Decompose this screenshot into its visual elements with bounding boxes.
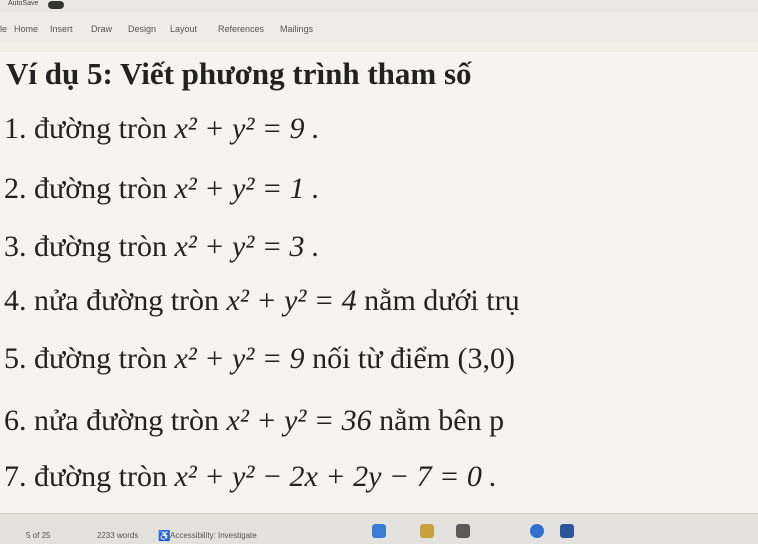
tab-insert[interactable]: Insert (50, 24, 73, 34)
item-text: 6. nửa đường tròn (4, 404, 227, 437)
item-text: 7. đường tròn (4, 460, 175, 493)
item-text: 5. đường tròn (4, 342, 175, 375)
list-item-5: 5. đường tròn x² + y² = 9 nối từ điểm (3… (4, 342, 515, 376)
item-equation: x² + y² = 3 . (174, 230, 320, 263)
tab-home[interactable]: Home (14, 24, 38, 34)
item-equation: x² + y² = 9 . (174, 112, 320, 145)
item-text: 3. đường tròn (4, 230, 175, 263)
autosave-toggle[interactable] (48, 1, 64, 9)
status-bar: 5 of 25 2233 words ♿ Accessibility: Inve… (0, 513, 758, 544)
page-count[interactable]: 5 of 25 (26, 531, 50, 540)
taskbar-app-icon[interactable] (372, 524, 386, 538)
list-item-1: 1. đường tròn x² + y² = 9 . (4, 112, 320, 146)
word-count[interactable]: 2233 words (97, 531, 138, 540)
tab-mailings[interactable]: Mailings (280, 24, 313, 34)
item-equation: x² + y² − 2x + 2y − 7 = 0 . (174, 460, 497, 493)
list-item-3: 3. đường tròn x² + y² = 3 . (4, 230, 320, 264)
ribbon: le Home Insert Draw Design Layout Refere… (0, 12, 758, 43)
item-equation: x² + y² = 36 (226, 404, 372, 437)
tab-references[interactable]: References (218, 24, 264, 34)
taskbar-word-icon[interactable] (560, 524, 574, 538)
item-equation: x² + y² = 1 . (174, 172, 320, 205)
title-bar: AutoSave (0, 0, 758, 12)
list-item-7: 7. đường tròn x² + y² − 2x + 2y − 7 = 0 … (4, 460, 497, 494)
autosave-label: AutoSave (8, 0, 39, 7)
accessibility-status[interactable]: Accessibility: Investigate (170, 531, 257, 540)
list-item-6: 6. nửa đường tròn x² + y² = 36 nằm bên p (4, 404, 504, 438)
taskbar-folder-icon[interactable] (420, 524, 434, 538)
list-item-2: 2. đường tròn x² + y² = 1 . (4, 172, 320, 206)
tab-design[interactable]: Design (128, 24, 156, 34)
tab-draw[interactable]: Draw (91, 24, 112, 34)
item-text: 2. đường tròn (4, 172, 175, 205)
document-canvas[interactable]: Ví dụ 5: Viết phương trình tham số 1. đư… (0, 52, 758, 513)
tab-file[interactable]: le (0, 24, 7, 34)
document-title: Ví dụ 5: Viết phương trình tham số (6, 56, 472, 91)
item-rest: nối từ điểm (3,0) (304, 342, 515, 375)
item-text: 4. nửa đường tròn (4, 284, 227, 317)
item-equation: x² + y² = 9 (174, 342, 305, 375)
tab-layout[interactable]: Layout (170, 24, 197, 34)
list-item-4: 4. nửa đường tròn x² + y² = 4 nằm dưới t… (4, 284, 520, 318)
accessibility-icon: ♿ (158, 531, 171, 542)
taskbar-browser-icon[interactable] (530, 524, 544, 538)
item-rest: nằm dưới trụ (356, 284, 520, 317)
item-rest: nằm bên p (371, 404, 505, 437)
taskbar-terminal-icon[interactable] (456, 524, 470, 538)
item-equation: x² + y² = 4 (226, 284, 357, 317)
item-text: 1. đường tròn (4, 112, 175, 145)
